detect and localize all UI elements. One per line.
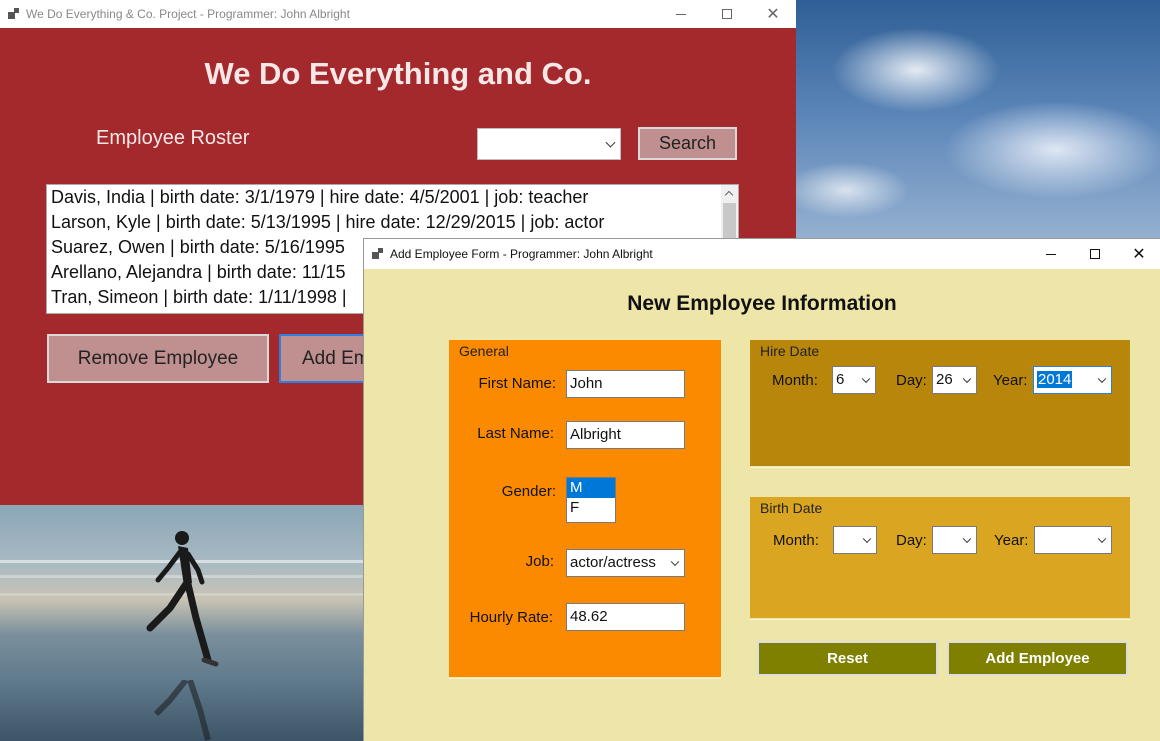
hire-date-group: Hire Date Month: 6 Day: 26 Year: 2014 [750, 340, 1130, 468]
chevron-down-icon [670, 557, 680, 567]
roster-item[interactable]: Larson, Kyle | birth date: 5/13/1995 | h… [47, 210, 738, 235]
app-icon [372, 248, 384, 260]
hourly-rate-label: Hourly Rate: [469, 609, 553, 626]
chevron-down-icon [861, 374, 871, 384]
group-divider [750, 619, 1130, 620]
chevron-down-icon [962, 534, 972, 544]
group-divider [449, 678, 721, 679]
hire-month-dropdown[interactable]: 6 [832, 366, 876, 394]
reset-button[interactable]: Reset [757, 641, 938, 676]
minimize-icon [1046, 253, 1056, 255]
general-legend: General [459, 343, 509, 359]
search-button[interactable]: Search [638, 127, 737, 160]
dialog-minimize-button[interactable] [1028, 239, 1074, 269]
job-label: Job: [525, 553, 554, 570]
dialog-maximize-button[interactable] [1072, 239, 1118, 269]
company-heading: We Do Everything and Co. [204, 56, 592, 91]
close-icon: ✕ [766, 4, 780, 23]
birth-year-label: Year: [994, 532, 1029, 549]
roster-label: Employee Roster [96, 127, 250, 149]
chevron-down-icon [605, 137, 616, 148]
hire-month-value: 6 [836, 371, 845, 388]
minimize-button[interactable] [658, 0, 704, 28]
chevron-down-icon [1097, 534, 1107, 544]
job-dropdown-value: actor/actress [570, 554, 656, 571]
dialog-heading: New Employee Information [627, 292, 897, 315]
hire-day-label: Day: [896, 372, 927, 389]
last-name-label: Last Name: [477, 425, 554, 442]
gender-option-m[interactable]: M [567, 478, 615, 498]
hire-year-dropdown[interactable]: 2014 [1033, 366, 1112, 394]
close-button[interactable]: ✕ [750, 0, 796, 28]
group-divider [750, 467, 1130, 468]
job-dropdown[interactable]: actor/actress [566, 549, 685, 577]
chevron-down-icon [1097, 374, 1107, 384]
general-group: General First Name: John Last Name: Albr… [449, 340, 721, 679]
birth-date-group: Birth Date Month: Day: Year: [750, 497, 1130, 620]
chevron-down-icon [962, 374, 972, 384]
hire-year-value: 2014 [1037, 371, 1073, 388]
maximize-icon [1090, 249, 1100, 259]
hire-year-label: Year: [993, 372, 1028, 389]
hire-month-label: Month: [772, 372, 818, 389]
maximize-button[interactable] [704, 0, 750, 28]
minimize-icon [676, 13, 686, 15]
sky-wallpaper [796, 0, 1160, 260]
hourly-rate-field[interactable]: 48.62 [566, 603, 685, 631]
hire-day-dropdown[interactable]: 26 [932, 366, 977, 394]
app-icon [8, 8, 20, 20]
gender-option-f[interactable]: F [567, 498, 615, 518]
runner-reflection [153, 680, 211, 741]
close-icon: ✕ [1132, 244, 1146, 263]
birth-date-legend: Birth Date [760, 500, 823, 516]
chevron-down-icon [862, 534, 872, 544]
birth-day-label: Day: [896, 532, 927, 549]
maximize-icon [722, 9, 732, 19]
main-window-title: We Do Everything & Co. Project - Program… [26, 7, 350, 21]
first-name-label: First Name: [478, 375, 556, 392]
gender-label: Gender: [501, 483, 556, 500]
add-employee-button[interactable]: Add Employee [947, 641, 1128, 676]
dialog-close-button[interactable]: ✕ [1116, 239, 1160, 269]
birth-month-label: Month: [773, 532, 819, 549]
birth-month-dropdown[interactable] [833, 526, 877, 554]
roster-item[interactable]: Davis, India | birth date: 3/1/1979 | hi… [47, 185, 738, 210]
remove-employee-button[interactable]: Remove Employee [47, 334, 269, 383]
runner-silhouette [146, 531, 219, 667]
hire-date-legend: Hire Date [760, 343, 820, 359]
search-combobox[interactable] [477, 128, 621, 160]
hire-day-value: 26 [936, 371, 953, 388]
dialog-title: Add Employee Form - Programmer: John Alb… [390, 247, 653, 261]
birth-year-dropdown[interactable] [1034, 526, 1112, 554]
scroll-up-icon[interactable] [724, 190, 734, 200]
add-employee-dialog: Add Employee Form - Programmer: John Alb… [363, 238, 1160, 741]
first-name-field[interactable]: John [566, 370, 685, 398]
last-name-field[interactable]: Albright [566, 421, 685, 449]
gender-listbox[interactable]: M F [566, 477, 616, 523]
birth-day-dropdown[interactable] [932, 526, 977, 554]
